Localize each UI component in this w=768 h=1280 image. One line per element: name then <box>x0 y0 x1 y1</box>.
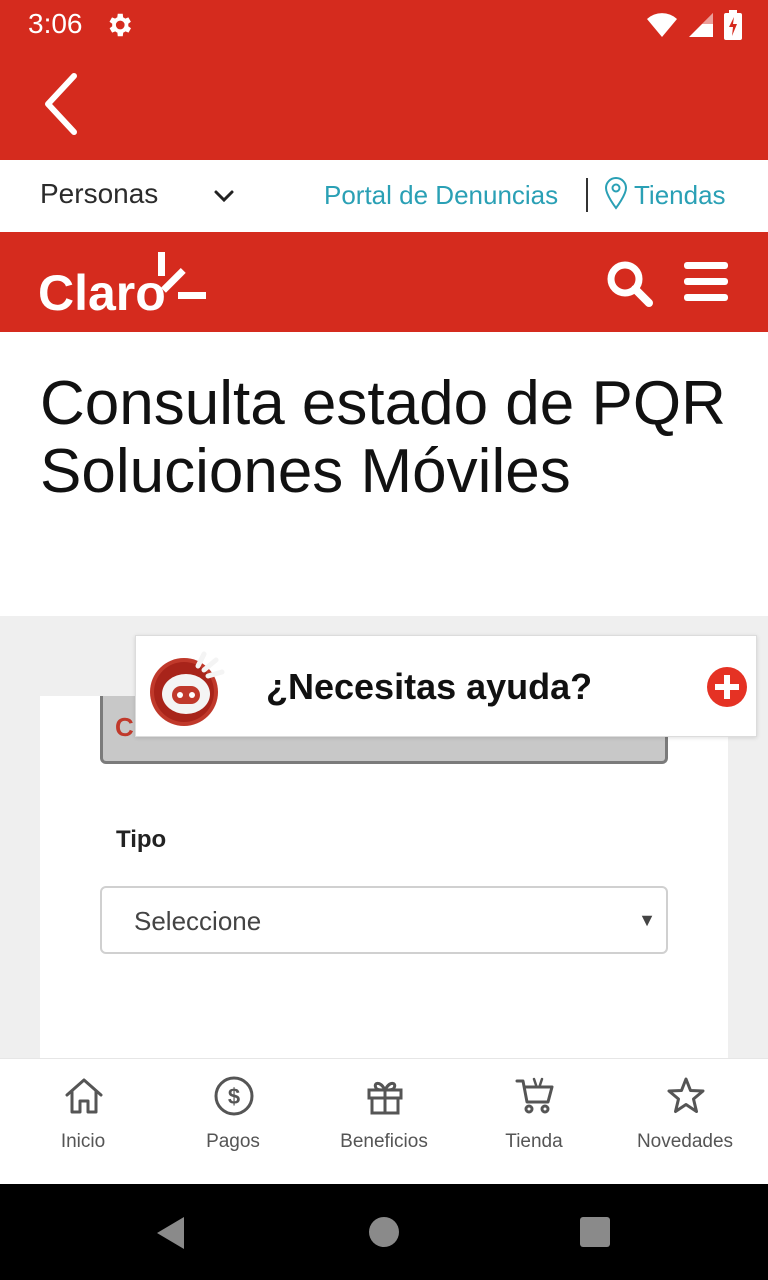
nav-label-pagos: Pagos <box>206 1131 260 1152</box>
portal-denuncias-link[interactable]: Portal de Denuncias <box>324 180 558 211</box>
tiendas-link[interactable]: Tiendas <box>634 180 726 211</box>
bottom-nav: Inicio $ Pagos Beneficios Tienda Novedad… <box>0 1058 768 1184</box>
nav-label-novedades: Novedades <box>636 1131 734 1152</box>
gift-icon <box>367 1081 403 1115</box>
home-icon <box>65 1078 103 1114</box>
status-time: 3:06 <box>28 8 83 39</box>
back-button[interactable] <box>30 68 90 140</box>
chevron-down-icon[interactable] <box>210 182 238 210</box>
claro-logo[interactable]: Claro <box>38 250 210 316</box>
hamburger-menu-icon[interactable] <box>682 260 730 304</box>
tipo-select-value: Seleccione <box>134 906 262 936</box>
nav-item-beneficios[interactable]: Beneficios <box>309 1059 459 1185</box>
status-icons <box>646 10 742 40</box>
star-icon <box>667 1077 705 1113</box>
svg-text:Claro: Claro <box>38 265 166 316</box>
chatbot-avatar-icon <box>150 651 225 726</box>
location-pin-icon[interactable] <box>603 176 629 210</box>
chevron-left-icon <box>45 73 77 135</box>
status-bar: 3:06 <box>0 0 768 48</box>
form-card: Claro te escucha Tipo Seleccione ▼ <box>40 696 728 1058</box>
top-nav: Personas Portal de Denuncias Tiendas <box>0 160 768 232</box>
help-chat-widget[interactable]: ¿Necesitas ayuda? <box>135 635 757 737</box>
system-back-icon[interactable] <box>156 1216 186 1250</box>
title-area: Consulta estado de PQR Soluciones Móvile… <box>0 332 768 616</box>
tipo-label: Tipo <box>116 826 167 853</box>
battery-charging-icon <box>724 10 742 40</box>
search-icon[interactable] <box>604 258 654 308</box>
page-title: Consulta estado de PQR Soluciones Móvile… <box>40 369 726 506</box>
dollar-icon: $ <box>214 1076 254 1116</box>
system-recents-icon[interactable] <box>580 1217 610 1247</box>
nav-item-tienda[interactable]: Tienda <box>459 1059 609 1185</box>
dropdown-arrow-icon: ▼ <box>638 910 656 930</box>
svg-text:$: $ <box>228 1084 240 1109</box>
personas-dropdown[interactable]: Personas <box>40 178 158 210</box>
nav-item-pagos[interactable]: $ Pagos <box>158 1059 308 1185</box>
cart-icon <box>515 1077 554 1114</box>
claro-header: Claro <box>0 232 768 332</box>
tipo-select[interactable]: Seleccione ▼ <box>100 886 668 954</box>
system-nav-bar <box>0 1184 768 1280</box>
wifi-icon <box>647 13 677 37</box>
help-text: ¿Necesitas ayuda? <box>266 666 593 707</box>
screen: 3:06 Personas Portal de Denuncias Tienda… <box>0 0 768 1280</box>
system-home-icon[interactable] <box>369 1217 399 1247</box>
settings-gear-icon <box>109 13 131 37</box>
nav-item-inicio[interactable]: Inicio <box>8 1059 158 1185</box>
nav-label-inicio: Inicio <box>60 1131 106 1152</box>
nav-label-beneficios: Beneficios <box>340 1131 428 1152</box>
expand-plus-icon[interactable] <box>706 666 748 708</box>
app-bar <box>0 48 768 160</box>
nav-item-novedades[interactable]: Novedades <box>610 1059 760 1185</box>
nav-label-tienda: Tienda <box>505 1131 563 1152</box>
signal-icon <box>689 13 713 37</box>
nav-divider <box>586 178 588 212</box>
